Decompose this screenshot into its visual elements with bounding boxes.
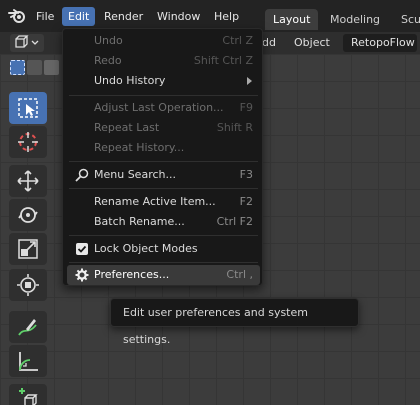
shortcut-label: Shift Ctrl Z (193, 54, 253, 67)
menu-item-redo[interactable]: Redo Shift Ctrl Z (67, 51, 260, 71)
editor-type-dropdown[interactable] (10, 34, 44, 52)
menu-item-menu-search[interactable]: Menu Search... F3 (67, 165, 260, 185)
measure-icon[interactable] (9, 345, 47, 377)
tab-modeling[interactable]: Modeling (322, 9, 388, 30)
edit-dropdown-menu: Undo Ctrl Z Redo Shift Ctrl Z Undo Histo… (62, 28, 263, 286)
add-cube-icon[interactable] (9, 384, 47, 405)
annotate-icon[interactable] (9, 311, 47, 343)
tab-layout[interactable]: Layout (265, 9, 319, 30)
menu-item-lock-object-modes[interactable]: Lock Object Modes (67, 239, 260, 259)
menu-separator (69, 262, 258, 263)
tab-sculpting[interactable]: Scu (393, 9, 420, 30)
shortcut-label: F9 (239, 101, 253, 114)
retopoflow-menu[interactable]: RetopoFlow (343, 34, 417, 52)
menu-item-label: Undo History (94, 74, 166, 87)
move-icon[interactable] (9, 165, 47, 197)
select-mode-new-icon[interactable] (10, 60, 25, 75)
menu-window[interactable]: Window (151, 7, 206, 26)
menu-item-adjust-last-operation[interactable]: Adjust Last Operation... F9 (67, 98, 260, 118)
tool-shelf (9, 90, 47, 405)
menu-render[interactable]: Render (98, 7, 149, 26)
submenu-arrow-icon (247, 77, 252, 85)
menu-item-label: Preferences... (94, 268, 170, 281)
menu-help[interactable]: Help (208, 7, 245, 26)
scale-icon[interactable] (9, 233, 47, 265)
shortcut-label: F2 (239, 195, 253, 208)
menu-item-label: Adjust Last Operation... (94, 101, 224, 114)
menu-item-label: Rename Active Item... (94, 195, 216, 208)
shortcut-label: Ctrl F2 (216, 215, 253, 228)
shortcut-label: Ctrl Z (222, 34, 253, 47)
menu-item-label: Lock Object Modes (94, 242, 198, 255)
select-mode-subtract-icon[interactable] (44, 60, 59, 75)
rotate-icon[interactable] (9, 199, 47, 231)
search-icon (75, 168, 89, 182)
tooltip: Edit user preferences and system setting… (110, 298, 359, 346)
select-mode-extend-icon[interactable] (27, 60, 42, 75)
menu-item-label: Menu Search... (94, 168, 176, 181)
object-menu[interactable]: Object (288, 34, 336, 52)
menu-item-undo-history[interactable]: Undo History (67, 71, 260, 91)
menu-item-repeat-history[interactable]: Repeat History... (67, 138, 260, 158)
select-box-icon[interactable] (9, 92, 47, 124)
menu-separator (69, 235, 258, 236)
menu-item-label: Repeat Last (94, 121, 160, 134)
menu-item-label: Repeat History... (94, 141, 185, 154)
blender-logo-icon[interactable] (8, 8, 26, 24)
menu-separator (69, 95, 258, 96)
menu-edit[interactable]: Edit (62, 7, 96, 26)
menu-item-repeat-last[interactable]: Repeat Last Shift R (67, 118, 260, 138)
menu-item-label: Redo (94, 54, 122, 67)
menu-item-undo[interactable]: Undo Ctrl Z (67, 31, 260, 51)
menu-item-batch-rename[interactable]: Batch Rename... Ctrl F2 (67, 212, 260, 232)
menu-separator (69, 188, 258, 189)
menu-item-rename-active-item[interactable]: Rename Active Item... F2 (67, 192, 260, 212)
menu-item-label: Undo (94, 34, 123, 47)
gear-icon (75, 268, 89, 282)
menu-item-label: Batch Rename... (94, 215, 185, 228)
menu-item-preferences[interactable]: Preferences... Ctrl , (67, 265, 260, 285)
menu-separator (69, 161, 258, 162)
selection-mode-toggles (10, 58, 62, 78)
shortcut-label: Shift R (216, 121, 253, 134)
transform-icon[interactable] (9, 269, 47, 301)
cursor-icon[interactable] (9, 126, 47, 158)
checkbox-checked-icon[interactable] (75, 242, 89, 256)
editor-type-icon (15, 35, 39, 48)
menu-file[interactable]: File (30, 7, 60, 26)
shortcut-label: Ctrl , (226, 268, 253, 281)
shortcut-label: F3 (239, 168, 253, 181)
